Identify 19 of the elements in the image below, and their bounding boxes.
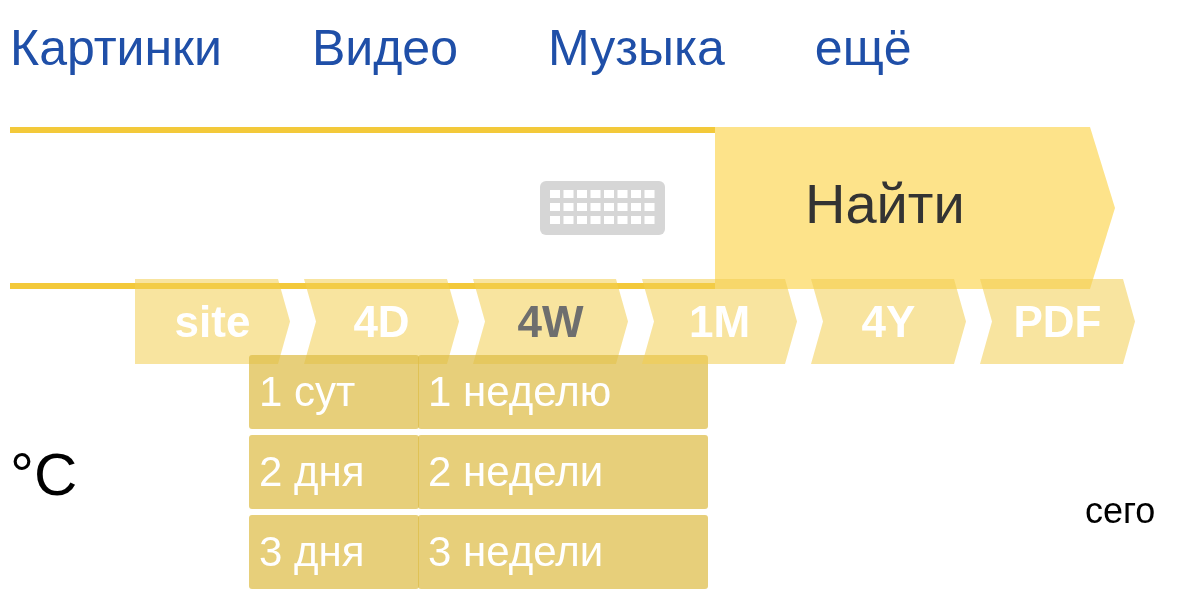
keyboard-icon[interactable] — [540, 181, 665, 235]
rates-heading: сего — [1085, 490, 1156, 532]
dropdown-option[interactable]: 1 сут — [249, 355, 419, 429]
search-field[interactable] — [10, 127, 715, 289]
nav-link[interactable]: ещё — [814, 18, 912, 77]
filter-chip[interactable]: site — [135, 279, 290, 364]
temperature-unit: °C — [10, 440, 78, 509]
dropdown-option[interactable]: 2 дня — [249, 435, 419, 509]
dropdown-option[interactable]: 2 недели — [418, 435, 708, 509]
nav-link[interactable]: Видео — [311, 18, 458, 77]
filter-chip[interactable]: 4Y — [811, 279, 966, 364]
nav-link[interactable]: Картинки — [10, 18, 222, 77]
dropdown-option[interactable]: 1 неделю — [418, 355, 708, 429]
search-button[interactable]: Найти — [715, 127, 1115, 289]
dropdown-option[interactable]: 3 дня — [249, 515, 419, 589]
filter-chip[interactable]: 1M — [642, 279, 797, 364]
filter-chip[interactable]: PDF — [980, 279, 1135, 364]
nav-link[interactable]: Музыка — [547, 18, 725, 77]
dropdown-option[interactable]: 3 недели — [418, 515, 708, 589]
